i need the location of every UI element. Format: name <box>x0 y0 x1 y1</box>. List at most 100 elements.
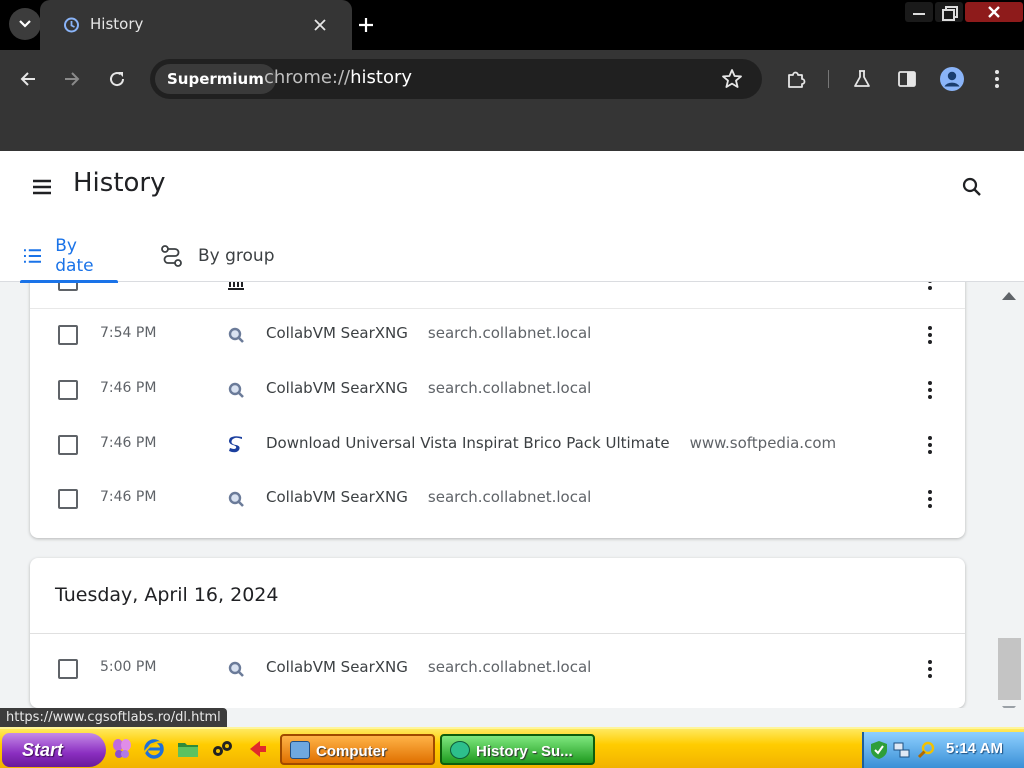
history-page: History By date By group 7:54 PM CollabV… <box>0 151 1024 708</box>
row-domain: search.collabnet.local <box>427 658 592 676</box>
hamburger-menu-icon[interactable] <box>30 175 54 199</box>
searxng-icon <box>228 661 244 677</box>
row-link[interactable]: Download Universal Vista Inspirat Brico … <box>266 434 836 452</box>
taskbar-computer-button[interactable]: Computer <box>280 734 435 765</box>
more-vert-icon[interactable] <box>918 433 942 457</box>
arrow-icon[interactable] <box>246 737 270 761</box>
more-vert-icon <box>995 70 999 88</box>
new-tab-button[interactable] <box>352 11 380 39</box>
shield-icon[interactable] <box>870 740 888 760</box>
history-row-partial <box>30 282 965 308</box>
close-icon <box>314 19 326 31</box>
search-icon[interactable] <box>960 175 984 199</box>
searxng-icon <box>228 382 244 398</box>
plus-icon <box>359 18 373 32</box>
row-time: 7:54 PM <box>100 325 157 341</box>
tab-by-date[interactable]: By date <box>20 231 118 283</box>
site-chip[interactable]: Supermium <box>155 64 276 94</box>
back-button[interactable] <box>12 63 44 95</box>
taskbar-history-button[interactable]: History - Su... <box>440 734 595 765</box>
history-row[interactable]: 7:46 PM Download Universal Vista Inspira… <box>30 418 965 472</box>
tab-by-date-label: By date <box>55 236 94 276</box>
history-row[interactable]: 7:46 PM CollabVM SearXNG search.collabnet… <box>30 363 965 417</box>
more-vert-icon[interactable] <box>918 487 942 511</box>
scrollbar-thumb[interactable] <box>998 638 1021 700</box>
row-link[interactable]: CollabVM SearXNG search.collabnet.local <box>266 379 591 397</box>
row-checkbox[interactable] <box>58 435 78 455</box>
row-time: 5:00 PM <box>100 659 157 675</box>
magnifier-icon[interactable] <box>916 740 936 760</box>
journeys-icon <box>161 245 182 267</box>
menu-button[interactable] <box>981 63 1013 95</box>
star-icon[interactable] <box>720 67 744 91</box>
url-text: chrome://history <box>264 67 412 88</box>
more-vert-icon[interactable] <box>918 378 942 402</box>
close-window-button[interactable] <box>965 2 1023 22</box>
row-time: 7:46 PM <box>100 489 157 505</box>
more-vert-icon[interactable] <box>918 282 942 293</box>
url-host: history <box>350 67 413 88</box>
history-day-card: Tuesday, April 16, 2024 5:00 PM CollabVM… <box>30 558 965 708</box>
tab-history[interactable]: History <box>40 0 352 50</box>
tab-strip: History <box>0 0 1024 50</box>
row-link[interactable]: CollabVM SearXNG search.collabnet.local <box>266 324 591 342</box>
row-domain: www.softpedia.com <box>689 434 837 452</box>
media-player-icon[interactable] <box>210 737 234 761</box>
row-checkbox[interactable] <box>58 325 78 345</box>
row-title: CollabVM SearXNG <box>266 488 408 506</box>
folder-icon[interactable] <box>176 737 200 761</box>
row-link[interactable]: CollabVM SearXNG search.collabnet.local <box>266 488 591 506</box>
link-status-bubble: https://www.cgsoftlabs.ro/dl.html <box>0 708 227 727</box>
row-divider <box>30 308 965 309</box>
forward-button[interactable] <box>56 63 88 95</box>
reload-button[interactable] <box>101 63 133 95</box>
row-title: Download Universal Vista Inspirat Brico … <box>266 434 670 452</box>
row-checkbox[interactable] <box>58 380 78 400</box>
reload-icon <box>110 72 125 87</box>
history-icon <box>64 17 79 33</box>
history-header: History By date By group <box>0 151 1024 283</box>
arrow-left-icon <box>20 72 35 86</box>
side-panel-button[interactable] <box>891 63 923 95</box>
history-row[interactable]: 5:00 PM CollabVM SearXNG search.collabnet… <box>30 642 965 696</box>
internet-explorer-icon[interactable] <box>142 737 166 761</box>
toolbar-divider <box>828 70 829 88</box>
minimize-button[interactable] <box>905 2 933 22</box>
row-checkbox[interactable] <box>58 659 78 679</box>
history-day-card: 7:54 PM CollabVM SearXNG search.collabnet… <box>30 282 965 538</box>
network-icon[interactable] <box>892 740 912 760</box>
start-button[interactable]: Start <box>2 733 106 767</box>
row-title: CollabVM SearXNG <box>266 379 408 397</box>
row-title: CollabVM SearXNG <box>266 324 408 342</box>
more-vert-icon[interactable] <box>918 323 942 347</box>
butterfly-icon[interactable] <box>110 737 134 761</box>
history-row[interactable]: 7:54 PM CollabVM SearXNG search.collabnet… <box>30 308 965 362</box>
profile-button[interactable] <box>936 63 968 95</box>
more-vert-icon[interactable] <box>918 657 942 681</box>
row-title: CollabVM SearXNG <box>266 658 408 676</box>
archive-org-icon <box>228 282 244 290</box>
softpedia-icon <box>229 436 242 453</box>
close-tab-button[interactable] <box>308 13 332 37</box>
row-checkbox[interactable] <box>58 282 78 291</box>
scroll-up-arrow[interactable] <box>1002 292 1016 300</box>
card-divider <box>30 633 965 634</box>
vertical-scrollbar[interactable] <box>996 282 1024 708</box>
labs-button[interactable] <box>846 63 878 95</box>
history-row[interactable]: 7:46 PM CollabVM SearXNG search.collabnet… <box>30 472 965 526</box>
browser-icon <box>450 741 470 759</box>
extensions-button[interactable] <box>780 63 812 95</box>
task-label: Computer <box>316 743 387 760</box>
tab-search-button[interactable] <box>9 8 41 40</box>
side-panel-icon <box>898 71 916 87</box>
address-bar[interactable]: Supermium chrome://history <box>150 59 762 99</box>
row-domain: search.collabnet.local <box>427 379 592 397</box>
window-controls <box>905 2 1023 22</box>
tab-by-group[interactable]: By group <box>160 231 275 281</box>
row-link[interactable]: CollabVM SearXNG search.collabnet.local <box>266 658 591 676</box>
close-icon <box>988 6 1000 18</box>
clock[interactable]: 5:14 AM <box>946 740 1003 757</box>
restore-button[interactable] <box>935 2 963 22</box>
task-label: History - Su... <box>476 743 573 760</box>
row-checkbox[interactable] <box>58 489 78 509</box>
